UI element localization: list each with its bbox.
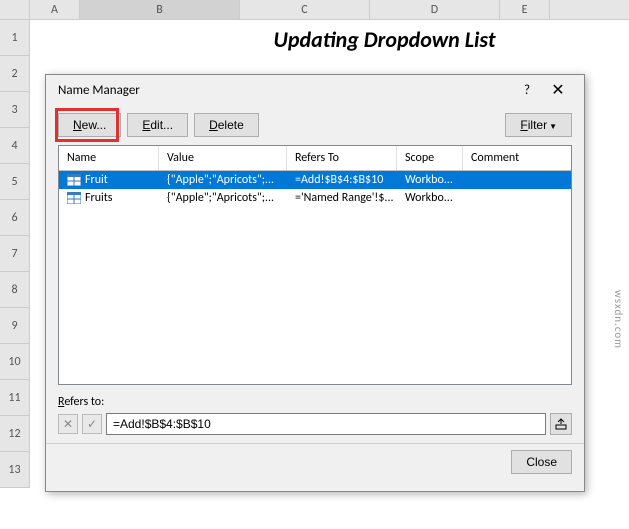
dialog-title: Name Manager [58, 83, 514, 98]
item-value: {"Apple";"Apricots";... [159, 191, 287, 205]
col-header-a[interactable]: A [30, 0, 80, 19]
name-manager-dialog: Name Manager ? ✕ New... Edit... Delete F… [45, 74, 585, 492]
row-header-3[interactable]: 3 [0, 92, 30, 128]
new-button[interactable]: New... [58, 113, 121, 137]
list-header: Name Value Refers To Scope Comment [59, 146, 571, 171]
col-name[interactable]: Name [59, 146, 159, 170]
table-icon [67, 192, 81, 204]
list-item[interactable]: Fruit {"Apple";"Apricots";... =Add!$B$4:… [59, 171, 571, 189]
commit-edit-button[interactable]: ✓ [82, 414, 102, 434]
row-header-7[interactable]: 7 [0, 236, 30, 272]
row-header-2[interactable]: 2 [0, 56, 30, 92]
select-all-corner[interactable] [0, 0, 30, 19]
edit-button[interactable]: Edit... [127, 113, 188, 137]
item-refers: =Add!$B$4:$B$10 [287, 173, 397, 187]
row-header-13[interactable]: 13 [0, 452, 30, 488]
row-header-10[interactable]: 10 [0, 344, 30, 380]
watermark: wsxdn.com [612, 290, 625, 349]
filter-button[interactable]: Filter▼ [505, 113, 572, 137]
col-comment[interactable]: Comment [463, 146, 571, 170]
dialog-toolbar: New... Edit... Delete Filter▼ [46, 105, 584, 145]
col-header-d[interactable]: D [370, 0, 500, 19]
page-title: Updating Dropdown List [30, 20, 629, 56]
dialog-footer: Close [46, 443, 584, 484]
collapse-icon [555, 418, 567, 430]
row-header-5[interactable]: 5 [0, 164, 30, 200]
refers-to-section: Refers to: ✕ ✓ [46, 385, 584, 441]
column-headers: A B C D E [0, 0, 629, 20]
delete-button[interactable]: Delete [194, 113, 259, 137]
row-header-11[interactable]: 11 [0, 380, 30, 416]
item-name: Fruits [85, 191, 112, 205]
close-icon[interactable]: ✕ [540, 80, 576, 100]
item-name: Fruit [85, 173, 108, 187]
col-header-c[interactable]: C [240, 0, 370, 19]
item-scope: Workbo... [397, 173, 463, 187]
row-header-8[interactable]: 8 [0, 272, 30, 308]
refers-to-input[interactable] [106, 413, 546, 435]
list-item[interactable]: Fruits {"Apple";"Apricots";... ='Named R… [59, 189, 571, 207]
col-header-e[interactable]: E [500, 0, 550, 19]
col-scope[interactable]: Scope [397, 146, 463, 170]
chevron-down-icon: ▼ [549, 122, 557, 131]
row-header-6[interactable]: 6 [0, 200, 30, 236]
row-header-12[interactable]: 12 [0, 416, 30, 452]
close-button[interactable]: Close [511, 450, 572, 474]
names-list[interactable]: Name Value Refers To Scope Comment Fruit… [58, 145, 572, 385]
refers-to-label: Refers to: [58, 395, 572, 409]
row-header-4[interactable]: 4 [0, 128, 30, 164]
col-value[interactable]: Value [159, 146, 287, 170]
item-value: {"Apple";"Apricots";... [159, 173, 287, 187]
row-header-9[interactable]: 9 [0, 308, 30, 344]
row-header-1[interactable]: 1 [0, 20, 30, 56]
dialog-titlebar[interactable]: Name Manager ? ✕ [46, 75, 584, 105]
help-button[interactable]: ? [514, 83, 540, 98]
item-scope: Workbo... [397, 191, 463, 205]
col-header-b[interactable]: B [80, 0, 240, 19]
item-refers: ='Named Range'!$... [287, 191, 397, 205]
collapse-dialog-button[interactable] [550, 413, 572, 435]
table-icon [67, 174, 81, 186]
col-refers[interactable]: Refers To [287, 146, 397, 170]
cancel-edit-button[interactable]: ✕ [58, 414, 78, 434]
